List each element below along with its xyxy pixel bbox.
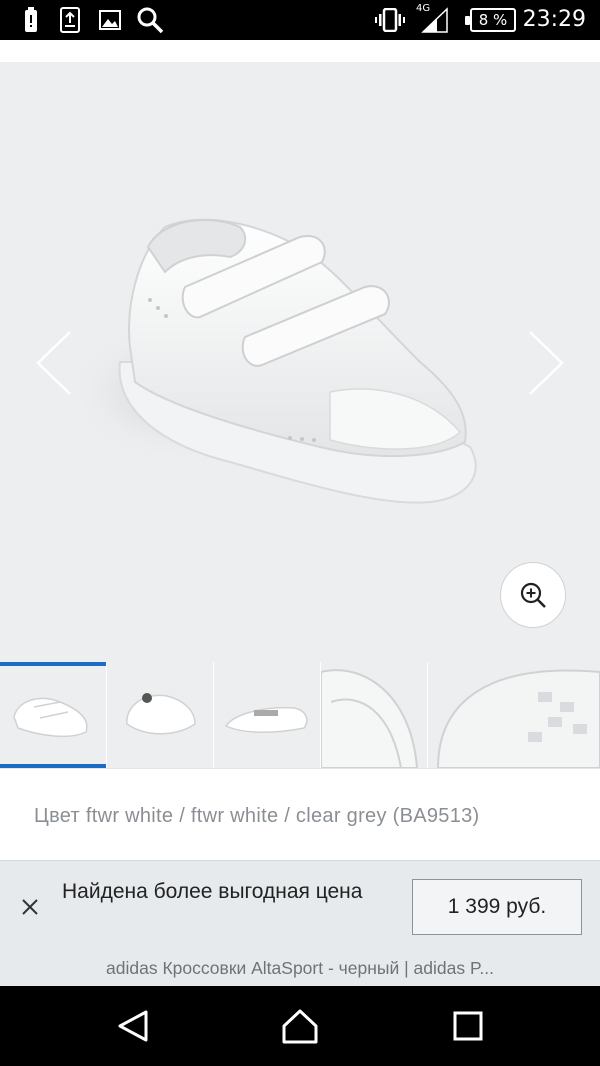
banner-text: Найдена более выгодная цена bbox=[62, 880, 363, 903]
thumb-top-view bbox=[224, 706, 308, 734]
recents-square-icon bbox=[453, 1011, 483, 1041]
close-icon bbox=[22, 899, 38, 915]
battery-indicator: 8 % bbox=[465, 8, 516, 32]
thumbnail-4[interactable] bbox=[321, 662, 427, 768]
status-bar: 4G 8 % 23:29 bbox=[0, 0, 600, 40]
download-icon bbox=[58, 6, 82, 34]
thumb-back-view bbox=[126, 693, 196, 735]
thumb-side-view bbox=[13, 697, 88, 738]
vibrate-icon bbox=[374, 6, 406, 34]
thumbnail-1[interactable] bbox=[0, 662, 106, 768]
previous-image-button[interactable] bbox=[34, 330, 74, 396]
signal-icon bbox=[420, 6, 450, 34]
image-icon bbox=[98, 6, 122, 34]
zoom-in-icon bbox=[520, 582, 546, 608]
thumbnail-2[interactable] bbox=[107, 662, 213, 768]
top-strip bbox=[0, 40, 600, 62]
chevron-right-icon bbox=[529, 331, 564, 395]
recents-button[interactable] bbox=[448, 1006, 488, 1046]
thumbnail-5[interactable] bbox=[428, 662, 600, 768]
better-price-button[interactable]: 1 399 руб. bbox=[412, 879, 582, 935]
next-image-button[interactable] bbox=[526, 330, 566, 396]
home-icon bbox=[282, 1009, 318, 1044]
thumb-sole-view bbox=[436, 669, 600, 768]
better-price-banner: Найдена более выгодная цена 1 399 руб. bbox=[0, 860, 600, 952]
battery-saver-icon bbox=[20, 6, 42, 34]
page-title: adidas Кроссовки AltaSport - черный | ad… bbox=[106, 958, 494, 978]
home-button[interactable] bbox=[280, 1006, 320, 1046]
thumb-detail-strap bbox=[321, 669, 419, 768]
back-button[interactable] bbox=[114, 1006, 154, 1046]
back-triangle-icon bbox=[118, 1010, 148, 1042]
chevron-left-icon bbox=[36, 331, 71, 395]
thumbnail-strip bbox=[0, 662, 600, 768]
thumbnail-3[interactable] bbox=[214, 662, 320, 768]
color-text: Цвет ftwr white / ftwr white / clear gre… bbox=[34, 805, 480, 827]
search-icon bbox=[136, 6, 164, 34]
product-image[interactable] bbox=[0, 62, 600, 662]
system-navigation-bar bbox=[0, 986, 600, 1066]
product-color-info: Цвет ftwr white / ftwr white / clear gre… bbox=[0, 768, 600, 860]
page-title-bar: adidas Кроссовки AltaSport - черный | ad… bbox=[0, 952, 600, 986]
close-banner-button[interactable] bbox=[18, 895, 42, 919]
zoom-button[interactable] bbox=[500, 562, 566, 628]
clock: 23:29 bbox=[522, 7, 586, 32]
